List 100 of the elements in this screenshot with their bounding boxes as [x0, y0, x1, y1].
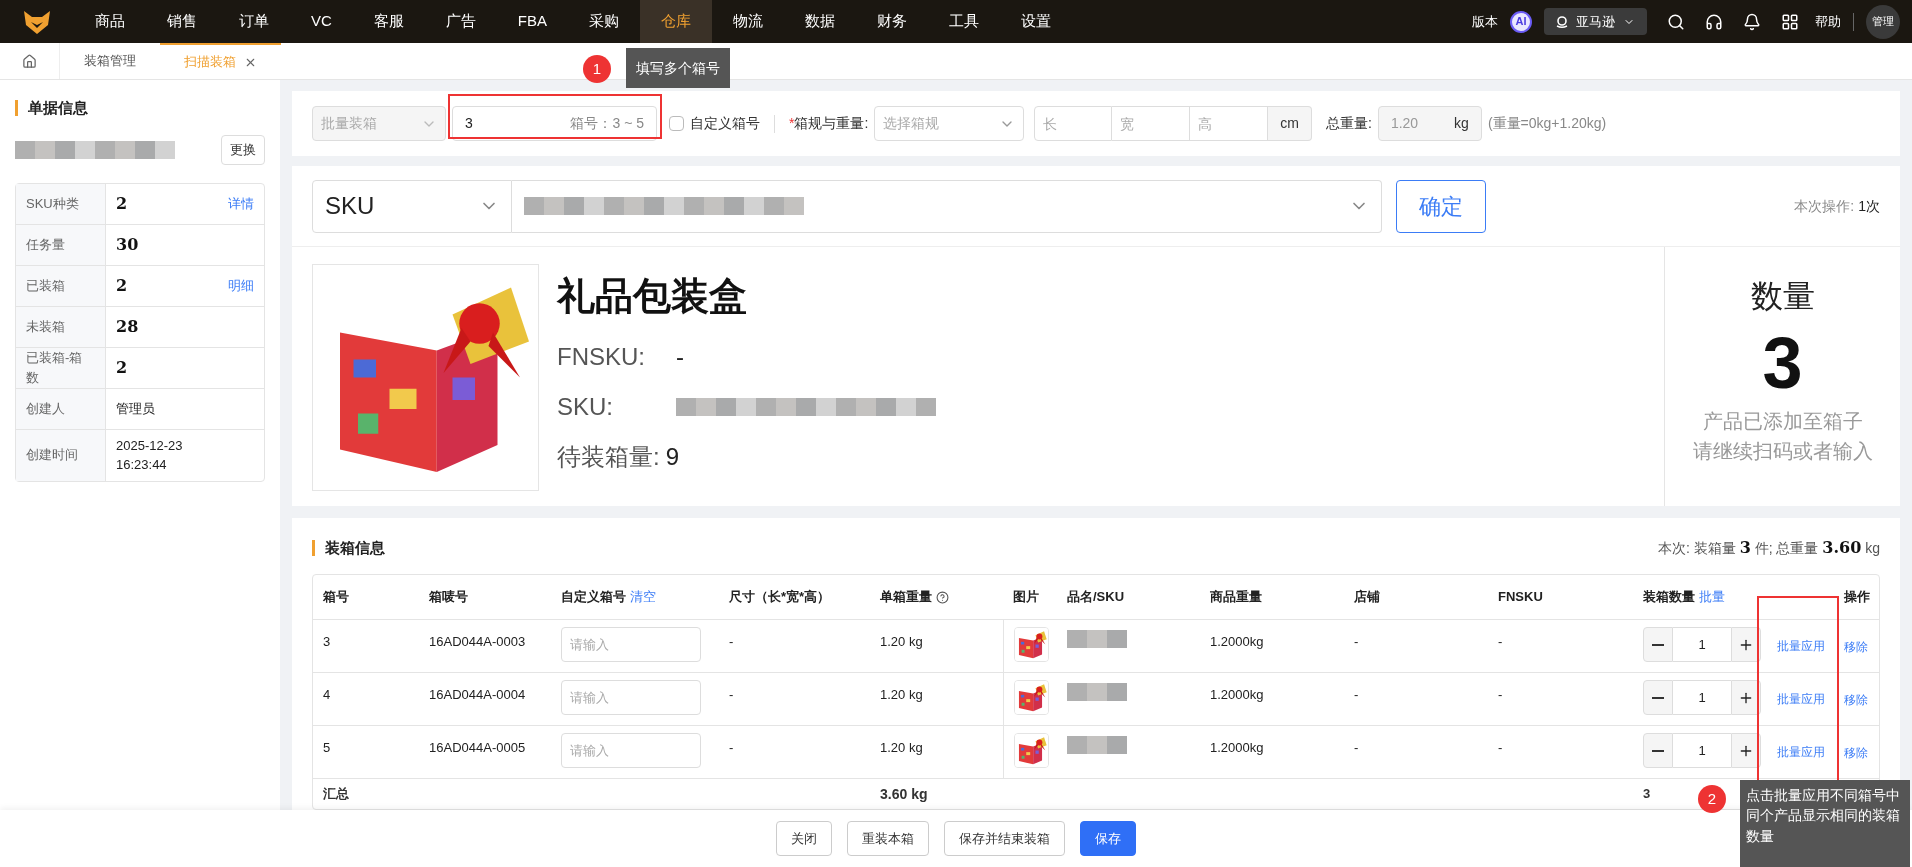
marketplace-dropdown[interactable]: 亚马逊 [1544, 8, 1647, 35]
info-label: 已装箱 [16, 265, 106, 306]
remove-link[interactable]: 移除 [1844, 693, 1868, 707]
total-quantity: 3 [1643, 786, 1651, 802]
footer-button[interactable]: 保存并结束装箱 [944, 821, 1065, 856]
box-range-hint: 箱号：3 ~ 5 [570, 114, 644, 133]
column-header: 店铺 [1354, 588, 1380, 607]
info-label: SKU种类 [16, 183, 106, 224]
product-title: 礼品包装盒 [557, 274, 748, 319]
dimension-input[interactable]: 宽 [1112, 106, 1191, 141]
column-header: 操作 [1844, 588, 1870, 607]
custom-box-input[interactable]: 请输入 [561, 627, 701, 662]
confirm-button[interactable]: 确定 [1396, 179, 1486, 233]
info-value: 2 [116, 274, 128, 297]
nav-tab[interactable]: 采购 [568, 0, 641, 43]
nav-tab[interactable]: 仓库 [640, 0, 713, 43]
field-label: 总重量: [1326, 114, 1372, 133]
column-header: 箱号 [323, 588, 349, 607]
unit-label: cm [1268, 106, 1312, 141]
quantity-note: 请继续扫码或者输入 [1692, 439, 1873, 465]
header-link[interactable]: 批量 [1699, 587, 1725, 607]
nav-tab[interactable]: 客服 [352, 0, 425, 43]
nav-tab[interactable]: 设置 [1000, 0, 1073, 43]
total-weight: 3.60 kg [879, 784, 929, 804]
pending-value: 9 [665, 442, 680, 472]
table-cell-text: 1.20 kg [879, 633, 924, 651]
version-link[interactable]: 版本 [1472, 11, 1498, 32]
column-header: 装箱数量 [1643, 588, 1695, 607]
user-avatar[interactable]: 管理 [1866, 4, 1900, 39]
table-cell-text: - [1497, 686, 1504, 704]
remove-link[interactable]: 移除 [1844, 640, 1868, 654]
custom-box-input[interactable]: 请输入 [561, 680, 701, 715]
footer-button[interactable]: 重装本箱 [847, 821, 929, 856]
column-header: 单箱重量 [880, 588, 932, 607]
box-number-input[interactable]: 3 [465, 113, 473, 134]
dimension-input[interactable]: 长 [1034, 106, 1113, 141]
field-label: 待装箱量: [557, 442, 660, 472]
nav-tab[interactable]: 数据 [784, 0, 857, 43]
nav-tab[interactable]: 广告 [424, 0, 497, 43]
footer-button[interactable]: 保存 [1080, 821, 1136, 856]
column-header: FNSKU [1498, 588, 1543, 607]
column-header: 箱唛号 [429, 588, 468, 607]
field-label: SKU: [557, 392, 614, 422]
nav-tab[interactable]: VC [290, 0, 353, 43]
nav-tab[interactable]: 财务 [856, 0, 929, 43]
quantity-note: 产品已添加至箱子 [1702, 409, 1863, 435]
section-title: 装箱信息 [325, 537, 385, 558]
table-cell-text: - [728, 686, 735, 704]
info-value: 2 [116, 356, 128, 379]
nav-tab[interactable]: 工具 [928, 0, 1001, 43]
table-cell-text: - [1497, 739, 1504, 757]
batch-apply-link[interactable]: 批量应用 [1777, 627, 1825, 655]
footer-button[interactable]: 关闭 [776, 821, 832, 856]
ai-badge[interactable]: AI [1510, 10, 1532, 33]
table-cell-text: - [1497, 633, 1504, 651]
info-value: 管理员 [116, 399, 156, 418]
total-label: 汇总 [322, 785, 350, 804]
checkbox-label[interactable]: 自定义箱号 [690, 113, 760, 134]
table-cell-text: - [728, 739, 735, 757]
type-select[interactable]: SKU [312, 179, 512, 233]
info-value: 2 [116, 192, 128, 215]
info-label: 未装箱 [16, 306, 106, 347]
batch-apply-link[interactable]: 批量应用 [1777, 680, 1825, 708]
weight-formula: (重量=0kg+1.20kg) [1487, 114, 1607, 133]
help-link[interactable]: 帮助 [1815, 11, 1841, 32]
table-cell-text: - [1353, 686, 1360, 704]
remove-link[interactable]: 移除 [1844, 746, 1868, 760]
nav-tab[interactable]: 商品 [74, 0, 146, 43]
info-value: 30 [116, 233, 139, 256]
operation-count: 本次操作: 1次 [1794, 196, 1880, 216]
info-label: 已装箱-箱数 [16, 347, 106, 388]
table-cell-text: 16AD044A-0004 [428, 686, 527, 704]
dimension-input[interactable]: 高 [1190, 106, 1269, 141]
info-value: 28 [116, 315, 139, 338]
column-header: 尺寸（长*宽*高） [729, 588, 831, 607]
custom-box-input[interactable]: 请输入 [561, 733, 701, 768]
nav-tab[interactable]: 物流 [712, 0, 785, 43]
nav-tab[interactable]: 销售 [146, 0, 218, 43]
table-cell-text: 16AD044A-0005 [428, 739, 527, 757]
info-label: 创建时间 [16, 429, 106, 481]
batch-apply-link[interactable]: 批量应用 [1777, 733, 1825, 761]
nav-tab[interactable]: 订单 [218, 0, 290, 43]
table-cell-text: 3 [322, 633, 332, 651]
detail-link[interactable]: 明细 [228, 275, 254, 296]
page-tab[interactable]: 装箱管理 [60, 43, 160, 79]
column-header: 商品重量 [1210, 588, 1262, 607]
info-label: 创建人 [16, 388, 106, 429]
table-cell-text: - [1353, 739, 1360, 757]
nav-tab[interactable]: FBA [496, 0, 569, 43]
table-cell-text: 1.20 kg [879, 739, 924, 757]
column-header: 自定义箱号 [561, 588, 626, 607]
field-label: *箱规与重量: [789, 114, 869, 133]
change-button[interactable]: 更换 [221, 134, 265, 165]
header-link[interactable]: 清空 [630, 587, 656, 607]
field-label: FNSKU: [557, 342, 646, 372]
info-value: 2025-12-23 16:23:44 [116, 436, 184, 474]
table-cell-text: 1.2000kg [1209, 739, 1265, 757]
annotation-tooltip: 填写多个箱号 [626, 48, 730, 88]
detail-link[interactable]: 详情 [228, 193, 254, 214]
column-header: 品名/SKU [1067, 588, 1125, 607]
